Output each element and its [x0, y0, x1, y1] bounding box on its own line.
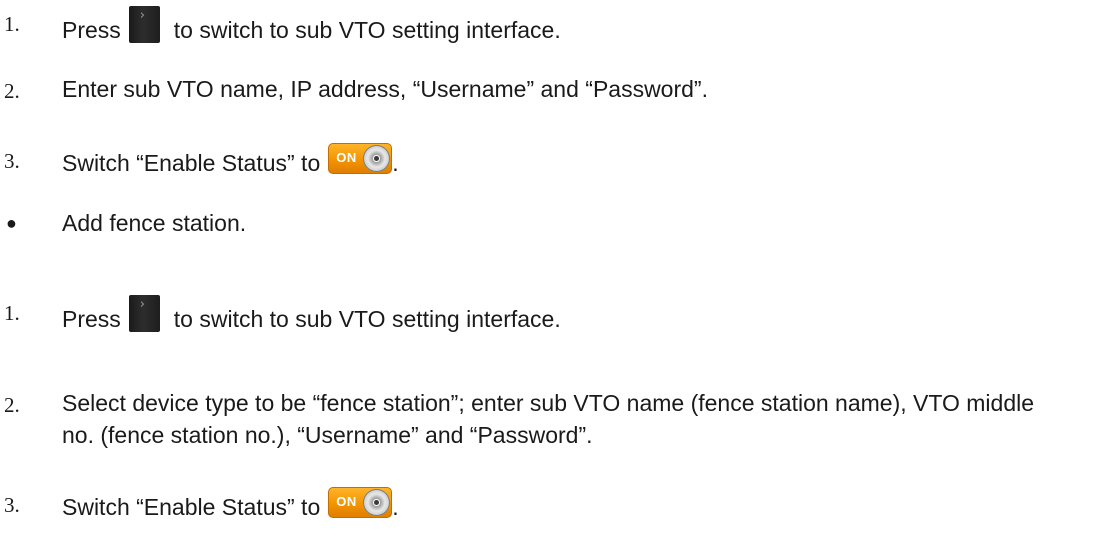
arrow-icon: ›	[128, 6, 160, 43]
on-toggle-icon: ON	[328, 487, 393, 518]
step-text-before: Press	[62, 17, 121, 43]
step-text: Press › to switch to sub VTO setting inter…	[62, 295, 561, 335]
step-text-before: Switch “Enable Status” to	[62, 494, 321, 520]
step-text-after: .	[392, 494, 399, 520]
toggle-knob	[363, 145, 391, 172]
bullet-icon: ●	[6, 213, 17, 233]
step-number: 1.	[4, 12, 20, 36]
step-text-before: Switch “Enable Status” to	[62, 150, 321, 176]
on-toggle-icon: ON	[328, 143, 393, 174]
step-text: Select device type to be “fence station”…	[62, 390, 1035, 448]
document-page: 1. Press › to switch to sub VTO setting in…	[0, 0, 1093, 547]
step-text-after: to switch to sub VTO setting interface.	[173, 17, 561, 43]
step-number: 2.	[4, 79, 20, 103]
step-number: 3.	[4, 149, 20, 173]
toggle-on-label: ON	[336, 150, 357, 165]
step-text-after: to switch to sub VTO setting interface.	[173, 306, 561, 332]
arrow-icon: ›	[128, 295, 160, 332]
step-text: Switch “Enable Status” to ON.	[62, 143, 399, 179]
step-number: 1.	[4, 301, 20, 325]
step-number: 3.	[4, 493, 20, 517]
toggle-knob	[363, 489, 391, 516]
bullet-text: Add fence station.	[62, 210, 247, 236]
step-text-before: Press	[62, 306, 121, 332]
step-text: Switch “Enable Status” to ON.	[62, 487, 399, 523]
step-text: Press › to switch to sub VTO setting inter…	[62, 6, 561, 46]
toggle-on-label: ON	[336, 494, 357, 509]
step-text-after: .	[392, 150, 399, 176]
step-number: 2.	[4, 393, 20, 417]
step-text: Enter sub VTO name, IP address, “Usernam…	[62, 76, 708, 102]
